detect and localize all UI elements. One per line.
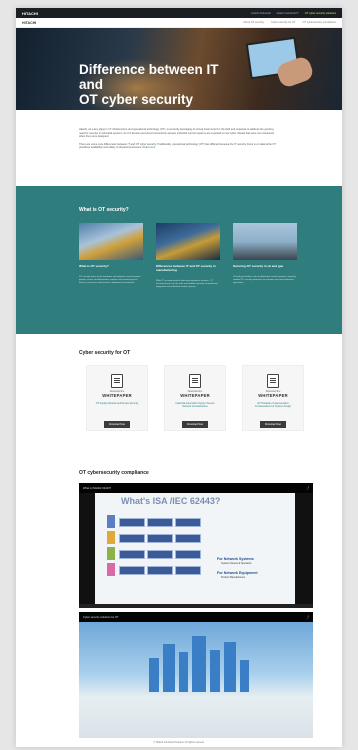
ot-card[interactable]: What is OT security? OT security refers … xyxy=(79,223,143,286)
card-description: OT security refers to the hardware and s… xyxy=(79,276,141,285)
city-illustration xyxy=(79,622,313,738)
main-nav: HITACHI About OT security Cyber security… xyxy=(16,18,342,28)
document-icon xyxy=(111,374,123,388)
card-image xyxy=(233,223,297,260)
compliance-heading: OT cybersecurity compliance xyxy=(79,470,149,476)
intro-paragraph-1: Hitachi, as a key player in IT infrastru… xyxy=(79,128,274,139)
video-progress[interactable] xyxy=(79,604,313,608)
card-title[interactable]: What is OT security? xyxy=(79,264,143,268)
video-title[interactable]: What is ISA/IEC 62443? xyxy=(83,487,111,490)
document-icon xyxy=(267,374,279,388)
card-description: While IT security protects data and ente… xyxy=(156,280,219,289)
section-heading: What is OT security? xyxy=(79,207,129,213)
page-title: Difference between IT and OT cyber secur… xyxy=(79,62,239,107)
video-player-isa[interactable]: What is ISA/IEC 62443? ⤴ What's ISA /IEC… xyxy=(79,483,313,608)
ot-card[interactable]: Securing OT security in oil and gas Oil … xyxy=(233,223,297,286)
intro-text: Hitachi, as a key player in IT infrastru… xyxy=(16,110,342,150)
hero-banner: Difference between IT and OT cyber secur… xyxy=(16,28,342,110)
utility-link[interactable]: OT cyber security solutions xyxy=(305,12,336,15)
whitepaper-caption[interactable]: IoT Hardware Implementation Consideratio… xyxy=(249,402,297,412)
download-button[interactable]: Download Now xyxy=(103,421,131,428)
title-line-2: OT cyber security xyxy=(79,92,194,107)
whitepaper-label: WHITEPAPER xyxy=(180,393,210,398)
video-title-bar: Cyber security solutions for OT ⤴ xyxy=(79,612,313,622)
card-image xyxy=(156,223,220,260)
utility-link[interactable]: Hitachi Industrial xyxy=(251,12,270,15)
share-icon[interactable]: ⤴ xyxy=(306,486,309,490)
whitepaper-card: Download the WHITEPAPER OT Supply Networ… xyxy=(86,365,148,431)
brand-logo[interactable]: HITACHI xyxy=(22,11,38,16)
whitepaper-heading: Cyber security for OT xyxy=(79,350,131,356)
slide-side-sub: Product Manufacturers xyxy=(221,576,246,579)
top-utility-bar: HITACHI Hitachi Industrial Hitachi Indus… xyxy=(16,8,342,18)
card-title[interactable]: Securing OT security in oil and gas xyxy=(233,264,297,268)
ot-card[interactable]: Differences between IT and OT security i… xyxy=(156,223,220,290)
nav-link[interactable]: Cyber security for OT xyxy=(271,21,296,24)
whitepaper-caption[interactable]: OT Supply Network and Device Security xyxy=(93,402,141,412)
slide-title: What's ISA /IEC 62443? xyxy=(121,496,221,506)
nav-links: About OT security Cyber security for OT … xyxy=(243,21,336,24)
share-icon[interactable]: ⤴ xyxy=(306,615,309,619)
video-player-solutions[interactable]: Cyber security solutions for OT ⤴ xyxy=(79,612,313,738)
whitepaper-label: WHITEPAPER xyxy=(258,393,288,398)
slide-side-sub: System Owners & Operators xyxy=(221,562,252,565)
download-button[interactable]: Download Now xyxy=(181,421,209,428)
read-more-link[interactable]: Read more xyxy=(142,146,155,149)
video-title-bar: What is ISA/IEC 62443? ⤴ xyxy=(79,483,313,493)
page: HITACHI Hitachi Industrial Hitachi Indus… xyxy=(16,8,342,747)
utility-link[interactable]: Hitachi Industrial IT xyxy=(277,12,299,15)
intro-paragraph-2: There are some core differences between … xyxy=(79,143,279,150)
slide-side-label: For Network Systems xyxy=(217,557,254,561)
ot-security-section: What is OT security? What is OT security… xyxy=(16,186,342,334)
document-icon xyxy=(189,374,201,388)
intro-paragraph-2-text: There are some core differences between … xyxy=(79,142,276,150)
video-slide: What's ISA /IEC 62443? For Network Syste… xyxy=(95,493,295,605)
utility-links: Hitachi Industrial Hitachi Industrial IT… xyxy=(251,12,336,15)
card-title[interactable]: Differences between IT and OT security i… xyxy=(156,264,220,272)
nav-link[interactable]: About OT security xyxy=(243,21,264,24)
nav-link[interactable]: OT cybersecurity compliance xyxy=(303,21,336,24)
whitepaper-card: Download the WHITEPAPER Industrial Autom… xyxy=(164,365,226,431)
title-line-1: Difference between IT and xyxy=(79,62,219,92)
slide-side-label: For Network Equipment xyxy=(217,571,258,575)
card-description: Oil and gas facilities rely on distribut… xyxy=(233,276,296,285)
whitepaper-caption[interactable]: Industrial Automation System Secure Netw… xyxy=(171,402,219,412)
whitepaper-card: Download the WHITEPAPER IoT Hardware Imp… xyxy=(242,365,304,431)
video-title[interactable]: Cyber security solutions for OT xyxy=(83,616,119,619)
download-button[interactable]: Download Now xyxy=(259,421,287,428)
nav-logo[interactable]: HITACHI xyxy=(22,21,36,25)
footer-text: © Hitachi Industrial Products. All right… xyxy=(153,741,205,744)
whitepaper-label: WHITEPAPER xyxy=(102,393,132,398)
card-image xyxy=(79,223,143,260)
